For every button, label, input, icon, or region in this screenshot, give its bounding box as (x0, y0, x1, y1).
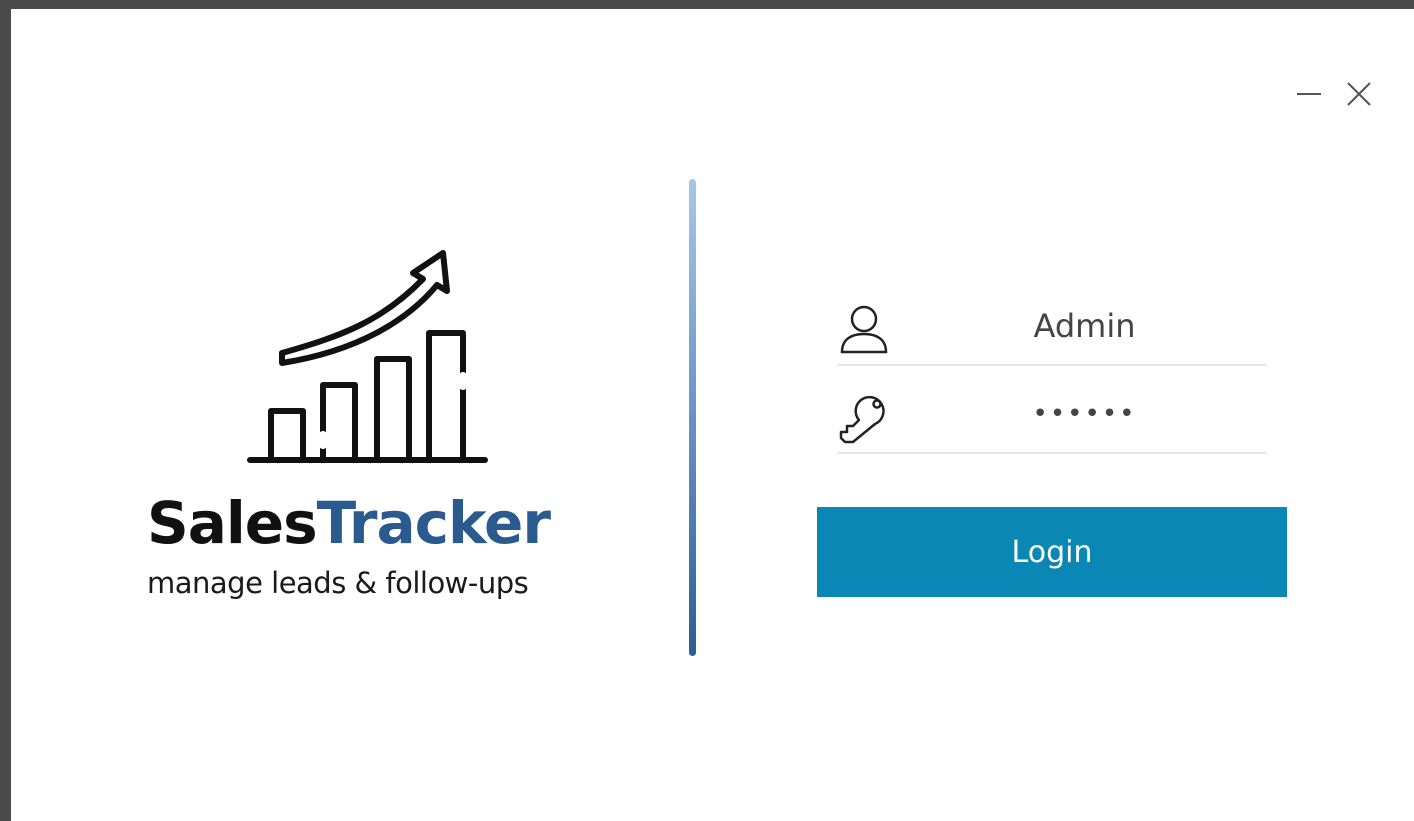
app-name-part1: Sales (147, 489, 318, 557)
password-field (837, 382, 1267, 454)
username-field (837, 294, 1267, 366)
app-name-part2: Tracker (316, 489, 551, 557)
minimize-button[interactable] (1294, 79, 1324, 109)
close-icon (1347, 82, 1371, 106)
login-window: SalesTracker manage leads & follow-ups L… (11, 9, 1414, 821)
close-button[interactable] (1344, 79, 1374, 109)
minimize-icon (1297, 93, 1321, 95)
app-name: SalesTracker (147, 489, 551, 557)
growth-chart-icon (247, 250, 488, 463)
password-input[interactable] (907, 394, 1262, 434)
username-input[interactable] (907, 306, 1262, 346)
user-icon (840, 305, 888, 354)
vertical-divider (689, 179, 696, 656)
login-button[interactable]: Login (817, 507, 1287, 597)
window-controls (1294, 79, 1374, 109)
key-icon (839, 395, 885, 444)
app-tagline: manage leads & follow-ups (147, 566, 529, 600)
